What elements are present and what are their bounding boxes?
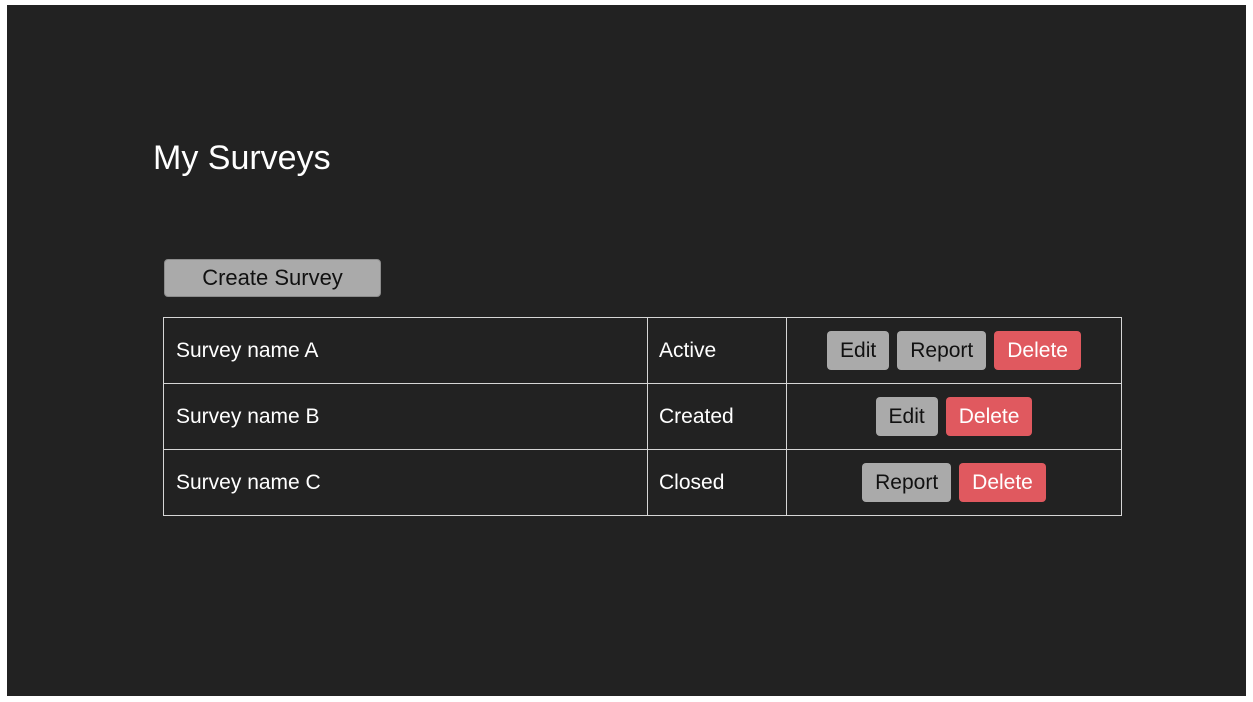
- survey-name: Survey name A: [163, 317, 648, 384]
- survey-status: Created: [647, 383, 787, 450]
- delete-button[interactable]: Delete: [994, 331, 1081, 370]
- survey-name: Survey name C: [163, 449, 648, 516]
- page-title: My Surveys: [153, 139, 331, 177]
- survey-table: Survey name A Active Edit Report Delete Su…: [163, 317, 1122, 516]
- delete-button[interactable]: Delete: [945, 397, 1033, 436]
- report-button[interactable]: Report: [862, 463, 952, 502]
- survey-status: Closed: [647, 449, 787, 516]
- app-screen: My Surveys Create Survey Survey name A A…: [7, 5, 1246, 696]
- report-button[interactable]: Report: [897, 331, 987, 370]
- survey-status: Active: [647, 317, 787, 384]
- create-survey-button[interactable]: Create Survey: [164, 259, 381, 297]
- table-row: Survey name B Created Edit Delete: [163, 383, 1122, 450]
- table-row: Survey name A Active Edit Report Delete: [163, 317, 1122, 384]
- survey-actions: Edit Delete: [786, 383, 1122, 450]
- survey-actions: Report Delete: [786, 449, 1122, 516]
- survey-actions: Edit Report Delete: [786, 317, 1122, 384]
- edit-button[interactable]: Edit: [827, 331, 890, 370]
- edit-button[interactable]: Edit: [875, 397, 938, 436]
- survey-name: Survey name B: [163, 383, 648, 450]
- table-row: Survey name C Closed Report Delete: [163, 449, 1122, 516]
- delete-button[interactable]: Delete: [959, 463, 1046, 502]
